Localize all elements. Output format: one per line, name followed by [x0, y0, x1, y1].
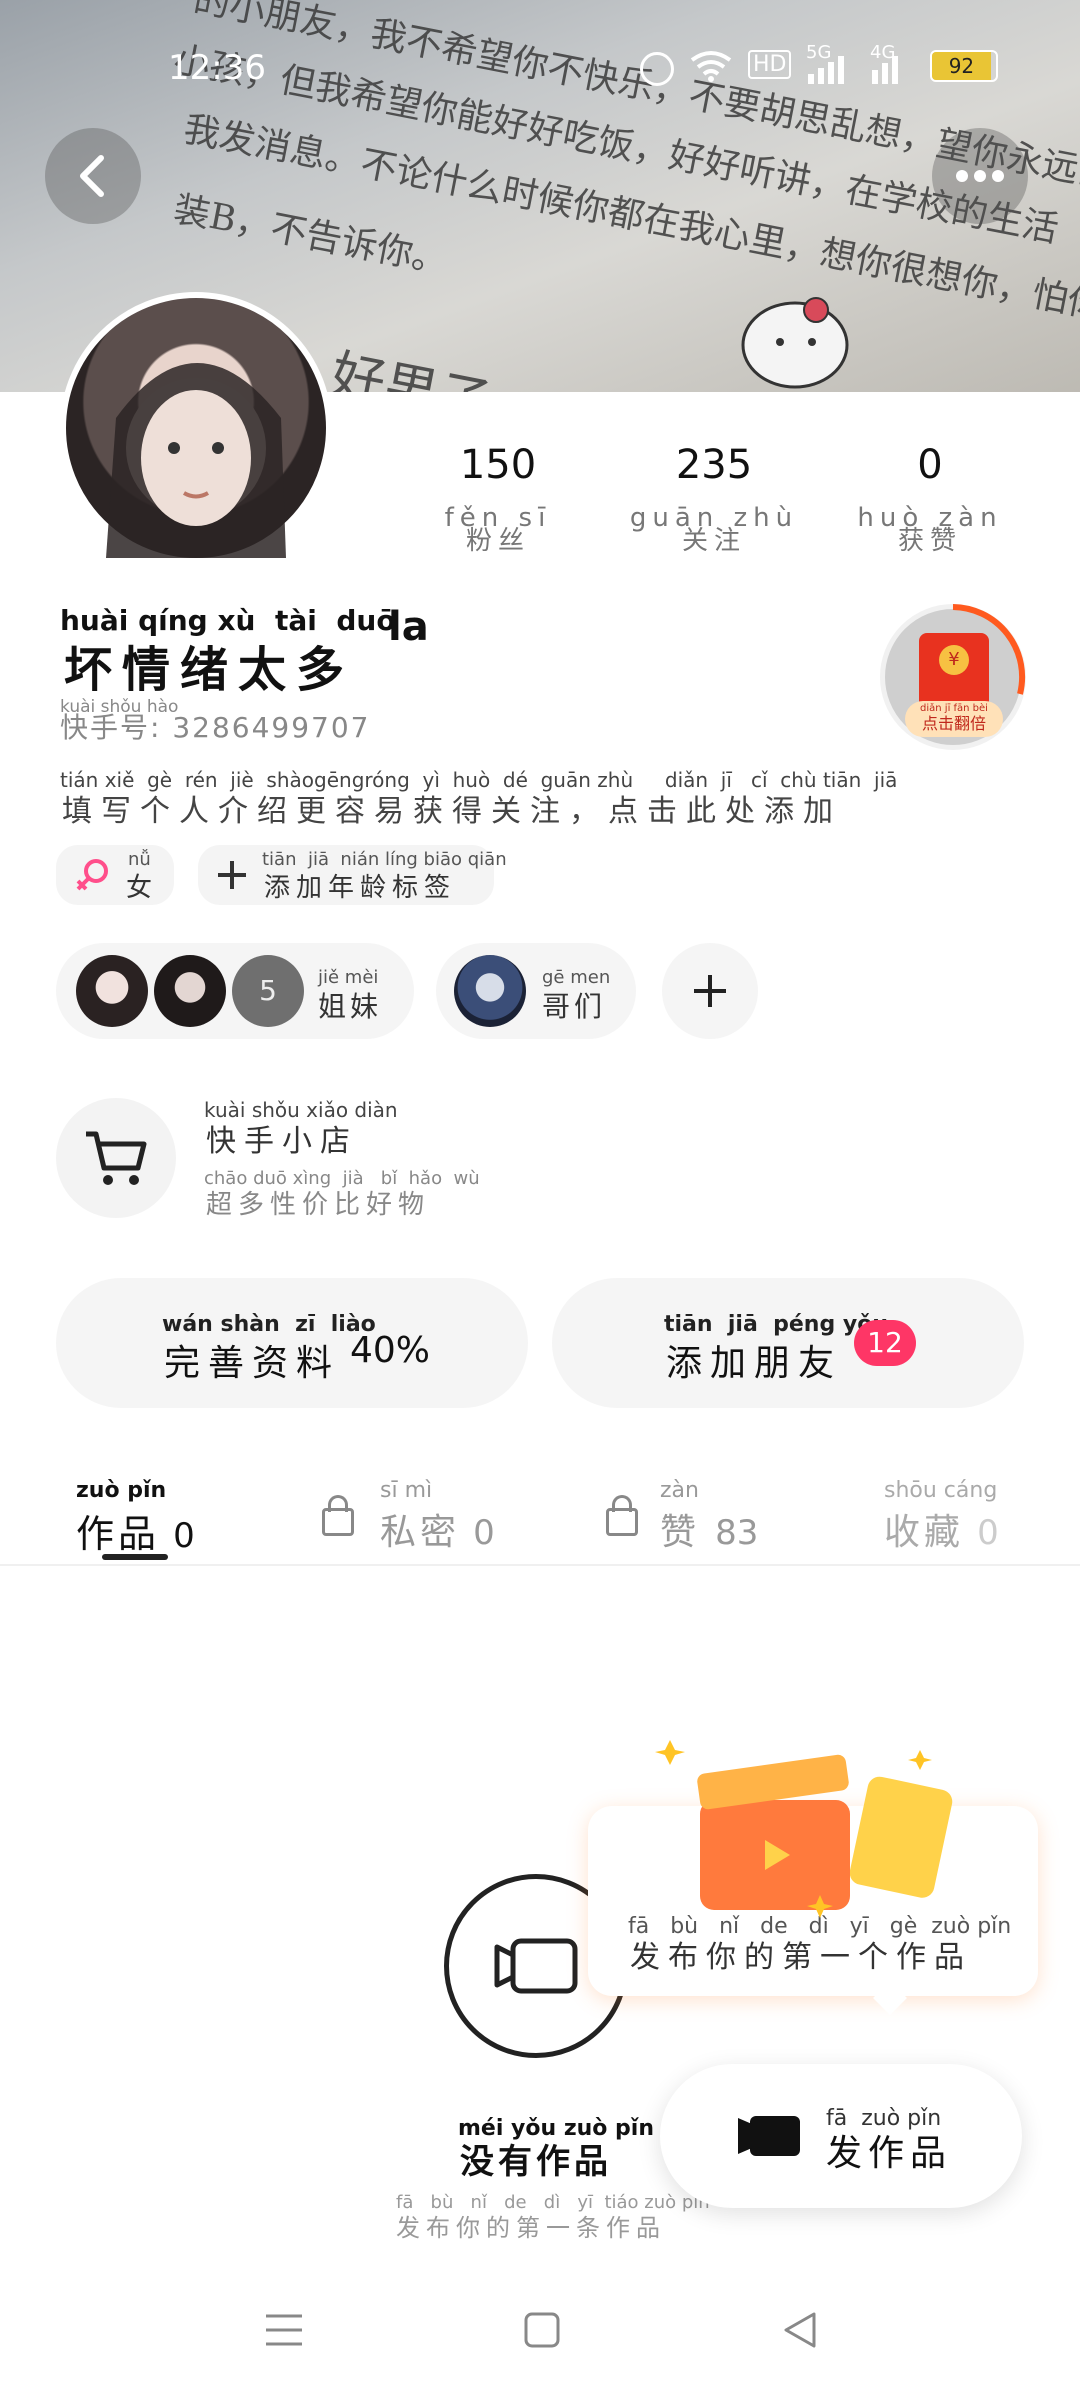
age-tag-label: 添加年龄标签: [264, 873, 457, 903]
group-avatar: [454, 955, 526, 1027]
tab-likes[interactable]: zàn 赞 83: [660, 1478, 758, 1555]
profile-name[interactable]: 坏情绪太多: [64, 630, 354, 700]
plus-icon: [694, 975, 726, 1007]
tab-label: 私密: [380, 1512, 461, 1553]
pinyin: shōu cáng: [884, 1478, 998, 1503]
following-label[interactable]: 关注: [614, 520, 814, 557]
tab-private[interactable]: sī mì 私密 0: [380, 1478, 495, 1555]
add-friends-button[interactable]: tiān jiā péng yǒu 添加朋友 12: [552, 1278, 1024, 1408]
more-dots-icon: [956, 170, 1004, 182]
likes-label[interactable]: 获赞: [830, 520, 1030, 557]
clapperboard-icon: [655, 1740, 953, 1918]
tab-indicator: [102, 1554, 168, 1560]
wifi-icon: [690, 51, 732, 82]
group-avatar: [154, 955, 226, 1027]
pinyin: zàn: [660, 1478, 699, 1503]
more-button[interactable]: [932, 128, 1028, 224]
status-bar: 12:36 HD 5G 4G 92: [0, 42, 1080, 88]
group-label: 姐妹: [318, 990, 383, 1023]
back-nav-icon[interactable]: [780, 2310, 820, 2350]
group-brothers[interactable]: gē men 哥们: [436, 943, 636, 1039]
female-icon: [76, 859, 108, 891]
note-line: 好男子: [325, 342, 497, 395]
tab-label: 赞: [660, 1512, 697, 1553]
cart-icon: [86, 1131, 147, 1185]
camera-icon: [494, 1938, 578, 1994]
complete-percent: 40%: [350, 1330, 431, 1371]
double-tag: diǎn jī fān bèi 点击翻倍: [905, 701, 1003, 737]
menu-icon[interactable]: [264, 2310, 304, 2350]
tab-label: 收藏: [884, 1512, 965, 1553]
tab-count: 0: [473, 1513, 495, 1553]
add-age-tag-button[interactable]: tiān jiā nián líng biāo qiān 添加年龄标签: [198, 845, 507, 905]
friends-badge: 12: [854, 1320, 916, 1366]
gender-label: 女: [126, 873, 153, 903]
home-icon[interactable]: [522, 2310, 562, 2350]
red-packet-label: 点击翻倍: [921, 714, 986, 733]
tab-count: 0: [977, 1513, 999, 1553]
publish-label: 发作品: [826, 2133, 953, 2174]
pinyin: zuò pǐn: [76, 1478, 167, 1503]
tab-label: 作品: [76, 1512, 161, 1556]
back-button[interactable]: [45, 128, 141, 224]
tab-favorites[interactable]: shōu cáng 收藏 0: [884, 1478, 999, 1555]
alarm-icon: [640, 52, 674, 86]
hd-icon: HD: [748, 50, 792, 79]
complete-profile-button[interactable]: wán shàn zī liào 完善资料 40%: [56, 1278, 528, 1408]
battery-level: 92: [932, 52, 991, 80]
shop-subtitle: 超多性价比好物: [206, 1190, 431, 1220]
group-label: 哥们: [542, 990, 607, 1023]
add-group-button[interactable]: [662, 943, 758, 1039]
signal-icon: [872, 56, 898, 84]
shop-title[interactable]: 快手小店: [206, 1116, 358, 1160]
gender-tag[interactable]: nǚ 女: [56, 845, 174, 905]
followers-label[interactable]: 粉丝: [398, 520, 598, 557]
plus-icon: [218, 861, 246, 889]
empty-title: 没有作品: [460, 2142, 612, 2182]
profile-name-suffix: la: [388, 604, 429, 650]
followers-count[interactable]: 150: [398, 442, 598, 488]
tab-count: 83: [715, 1513, 759, 1553]
tooltip-text: 发布你的第一个作品: [630, 1940, 972, 1975]
kitty-doodle: [741, 297, 849, 389]
clock: 12:36: [168, 48, 266, 88]
kuaishou-id[interactable]: 快手号: 3286499707: [60, 706, 370, 746]
group-sisters[interactable]: 5 jiě mèi 姐妹: [56, 943, 414, 1039]
avatar[interactable]: [60, 292, 332, 564]
chevron-left-icon: [80, 155, 104, 197]
tab-count: 0: [173, 1516, 195, 1556]
avatar-face: [106, 363, 286, 558]
pinyin: sī mì: [380, 1478, 433, 1503]
complete-label: 完善资料: [164, 1343, 341, 1384]
lock-icon: [322, 1495, 354, 1536]
tab-works[interactable]: zuò pǐn 作品 0: [76, 1478, 195, 1558]
group-count-badge: 5: [232, 955, 304, 1027]
video-camera-icon: [738, 2116, 800, 2156]
battery-icon: 92: [930, 50, 998, 82]
publish-button[interactable]: fā zuò pǐn 发作品: [660, 2064, 1022, 2208]
red-packet-button[interactable]: ¥ diǎn jī fān bèi 点击翻倍: [880, 604, 1026, 750]
pinyin: diǎn jī fān bèi: [920, 703, 988, 714]
group-avatar: [76, 955, 148, 1027]
bio-text[interactable]: 填写个人介绍更容易获得关注，点击此处添加: [62, 786, 842, 830]
add-friends-label: 添加朋友: [666, 1343, 843, 1384]
lock-icon: [606, 1495, 638, 1536]
shop-icon-button[interactable]: [56, 1098, 176, 1218]
signal-icon: [808, 56, 844, 84]
empty-subtitle: 发布你的第一条作品: [396, 2214, 666, 2242]
following-count[interactable]: 235: [614, 442, 814, 488]
likes-count[interactable]: 0: [830, 442, 1030, 488]
tab-divider: [0, 1564, 1080, 1566]
